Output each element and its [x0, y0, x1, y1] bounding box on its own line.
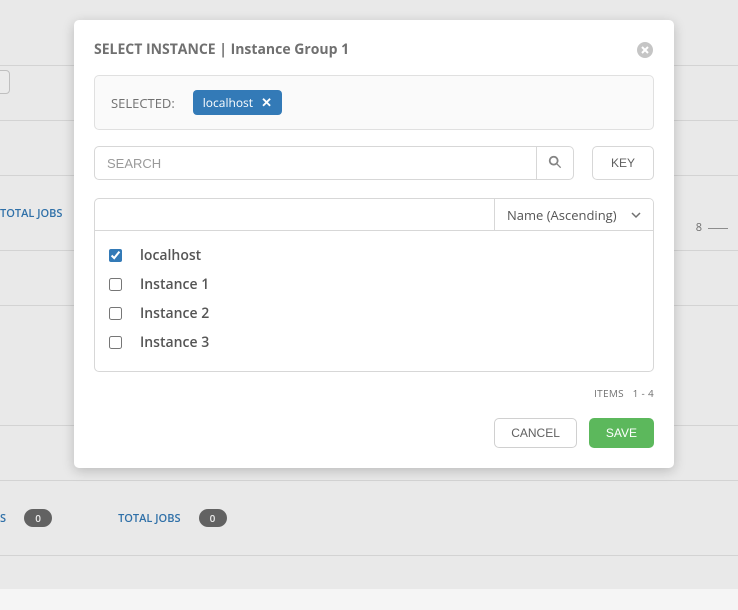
instance-checkbox[interactable]: [109, 307, 122, 320]
instance-checkbox[interactable]: [109, 249, 122, 262]
modal-title: SELECT INSTANCE | Instance Group 1: [94, 40, 349, 59]
selected-chip: localhost ✕: [193, 90, 282, 115]
list-item[interactable]: localhost: [109, 241, 639, 270]
list-item[interactable]: Instance 2: [109, 299, 639, 328]
list-header: Name (Ascending): [95, 199, 653, 231]
search-button[interactable]: [536, 146, 574, 180]
chevron-down-icon: [631, 206, 641, 224]
list-item[interactable]: Instance 3: [109, 328, 639, 357]
instance-checkbox[interactable]: [109, 336, 122, 349]
pager: ITEMS 1 - 4: [94, 386, 654, 400]
search-row: KEY: [94, 146, 654, 180]
search-group: [94, 146, 574, 180]
instance-checkbox[interactable]: [109, 278, 122, 291]
save-button[interactable]: SAVE: [589, 418, 654, 448]
instance-label: localhost: [140, 246, 201, 265]
instance-list: Name (Ascending) localhost Instance 1 Inst…: [94, 198, 654, 372]
chip-remove-icon[interactable]: ✕: [261, 96, 272, 109]
sort-label: Name (Ascending): [507, 206, 617, 224]
instance-label: Instance 2: [140, 304, 209, 323]
modal-footer: CANCEL SAVE: [94, 418, 654, 448]
selected-label: SELECTED:: [111, 94, 175, 112]
selected-box: SELECTED: localhost ✕: [94, 75, 654, 130]
modal-header: SELECT INSTANCE | Instance Group 1: [94, 40, 654, 59]
list-item[interactable]: Instance 1: [109, 270, 639, 299]
list-header-spacer: [95, 199, 495, 231]
close-icon[interactable]: [636, 41, 654, 59]
key-button[interactable]: KEY: [592, 146, 654, 180]
search-icon: [548, 155, 562, 172]
select-instance-modal: SELECT INSTANCE | Instance Group 1 SELEC…: [74, 20, 674, 468]
list-body: localhost Instance 1 Instance 2 Instance 3: [95, 231, 653, 371]
instance-label: Instance 3: [140, 333, 209, 352]
search-input[interactable]: [94, 146, 536, 180]
chip-label: localhost: [203, 94, 253, 111]
cancel-button[interactable]: CANCEL: [494, 418, 577, 448]
instance-label: Instance 1: [140, 275, 209, 294]
pager-label: ITEMS: [594, 386, 624, 400]
pager-range: 1 - 4: [633, 386, 654, 400]
sort-dropdown[interactable]: Name (Ascending): [495, 199, 653, 231]
